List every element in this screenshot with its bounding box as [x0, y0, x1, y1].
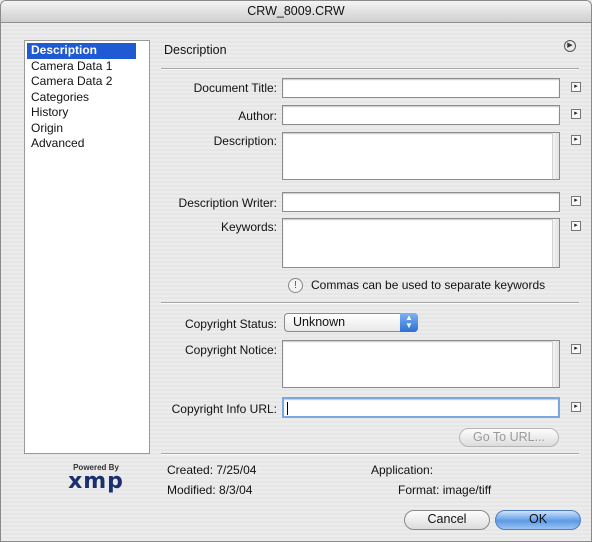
author-field[interactable] — [282, 105, 560, 125]
copyright-notice-menu-icon[interactable]: ▸ — [571, 344, 581, 354]
description-writer-field[interactable] — [282, 192, 560, 212]
copyright-status-label: Copyright Status: — [184, 317, 277, 331]
copyright-info-url-label: Copyright Info URL: — [171, 402, 277, 416]
sidebar-panel-list: Description Camera Data 1 Camera Data 2 … — [24, 40, 150, 454]
copyright-notice-label: Copyright Notice: — [184, 343, 277, 357]
author-label: Author: — [238, 109, 277, 123]
sidebar-item-history[interactable]: History — [25, 105, 149, 121]
application-row: Application: — [371, 463, 433, 477]
keywords-hint: ! Commas can be used to separate keywords — [288, 278, 546, 294]
copyright-notice-scroll-edge[interactable] — [552, 341, 559, 387]
modified-label: Modified: — [167, 483, 216, 497]
document-title-menu-icon[interactable]: ▸ — [571, 82, 581, 92]
copyright-notice-textarea[interactable] — [282, 340, 560, 388]
go-to-url-button[interactable]: Go To URL... — [459, 428, 559, 447]
description-menu-icon[interactable]: ▸ — [571, 135, 581, 145]
copyright-status-select[interactable]: Unknown ▲ ▼ — [284, 313, 418, 332]
copyright-status-value: Unknown — [293, 315, 346, 329]
created-label: Created: — [167, 463, 214, 477]
copyright-info-url-field[interactable] — [282, 397, 560, 418]
created-value: 7/25/04 — [216, 463, 257, 477]
description-label: Description: — [213, 134, 277, 148]
sidebar-item-origin[interactable]: Origin — [25, 121, 149, 137]
created-row: Created: 7/25/04 — [167, 463, 256, 477]
divider — [161, 68, 579, 70]
keywords-menu-icon[interactable]: ▸ — [571, 221, 581, 231]
sidebar-item-advanced[interactable]: Advanced — [25, 136, 149, 152]
section-title: Description — [164, 43, 227, 57]
window-title: CRW_8009.CRW — [1, 1, 591, 23]
xmp-logo: Powered By xmp — [61, 463, 131, 494]
description-scroll-edge[interactable] — [552, 133, 559, 179]
description-writer-menu-icon[interactable]: ▸ — [571, 196, 581, 206]
description-textarea[interactable] — [282, 132, 560, 180]
divider — [161, 302, 579, 304]
description-writer-label: Description Writer: — [178, 196, 277, 210]
keywords-label: Keywords: — [220, 220, 277, 234]
document-title-label: Document Title: — [193, 81, 277, 95]
modified-value: 8/3/04 — [219, 483, 253, 497]
sidebar-item-camera-data-2[interactable]: Camera Data 2 — [25, 74, 149, 90]
ok-button[interactable]: OK — [495, 510, 581, 530]
panel-menu-icon[interactable]: ▶ — [564, 40, 576, 52]
document-title-field[interactable] — [282, 78, 560, 98]
keywords-hint-text: Commas can be used to separate keywords — [311, 278, 546, 292]
format-label: Format: — [398, 483, 440, 497]
xmp-brand-text: xmp — [68, 469, 124, 494]
author-menu-icon[interactable]: ▸ — [571, 109, 581, 119]
keywords-scroll-edge[interactable] — [552, 219, 559, 267]
format-value: image/tiff — [442, 483, 492, 497]
modified-row: Modified: 8/3/04 — [167, 483, 252, 497]
sidebar-item-description[interactable]: Description — [27, 43, 136, 59]
divider — [161, 453, 579, 455]
sidebar-item-categories[interactable]: Categories — [25, 90, 149, 106]
cancel-button[interactable]: Cancel — [404, 510, 490, 530]
file-info-dialog: CRW_8009.CRW Description Camera Data 1 C… — [0, 0, 592, 542]
copyright-info-url-menu-icon[interactable]: ▸ — [571, 402, 581, 412]
info-icon: ! — [288, 278, 303, 294]
text-cursor — [287, 402, 288, 415]
keywords-textarea[interactable] — [282, 218, 560, 268]
sidebar-item-camera-data-1[interactable]: Camera Data 1 — [25, 59, 149, 75]
up-down-arrows-icon: ▲ ▼ — [400, 313, 418, 332]
application-label: Application: — [371, 463, 434, 477]
format-row: Format: image/tiff — [398, 483, 491, 497]
